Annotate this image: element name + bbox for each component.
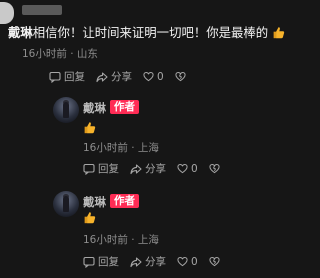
reply-1-actions: 回复 分享 0 [83, 161, 231, 176]
thumbs-up-icon [273, 27, 285, 39]
top-comment-author[interactable]: 戴琳 [8, 25, 33, 40]
reply-1-author[interactable]: 戴琳 [83, 100, 106, 116]
dislike-button[interactable] [209, 256, 220, 267]
reply-icon [83, 256, 95, 268]
reply-1-meta: 16小时前 · 上海 [83, 142, 159, 154]
reply-label: 回复 [98, 256, 119, 268]
reply-2-author[interactable]: 戴琳 [83, 194, 106, 210]
like-count: 0 [191, 162, 198, 175]
share-button[interactable]: 分享 [130, 161, 166, 176]
top-comment-body: 相信你！让时间来证明一切吧！你是最棒的 [32, 25, 269, 40]
top-comment-time: 16小时前 [22, 48, 67, 60]
heart-icon [177, 256, 188, 267]
share-icon [130, 163, 142, 174]
like-button[interactable]: 0 [143, 71, 164, 83]
reply-1-time: 16小时前 [83, 142, 128, 154]
share-button[interactable]: 分享 [96, 69, 132, 84]
broken-heart-icon [175, 71, 186, 82]
reply-label: 回复 [64, 71, 85, 83]
like-count: 0 [157, 70, 164, 83]
reply-button[interactable]: 回复 [83, 254, 119, 269]
top-comment-header-bar [22, 5, 62, 15]
like-count: 0 [191, 255, 198, 268]
dislike-button[interactable] [175, 71, 186, 82]
reply-1-avatar[interactable] [53, 97, 79, 123]
reply-1-author-badge: 作者 [110, 100, 139, 114]
broken-heart-icon [209, 256, 220, 267]
reply-icon [49, 71, 61, 83]
thumbs-up-icon [84, 212, 96, 224]
heart-icon [143, 71, 154, 82]
reply-2-avatar[interactable] [53, 191, 79, 217]
reply-label: 回复 [98, 163, 119, 175]
top-comment-actions: 回复 分享 0 [49, 69, 197, 84]
share-icon [96, 71, 108, 82]
share-icon [130, 256, 142, 267]
reply-button[interactable]: 回复 [83, 161, 119, 176]
like-button[interactable]: 0 [177, 163, 198, 175]
top-comment-location: 山东 [76, 48, 98, 60]
top-comment-meta: 16小时前 · 山东 [22, 48, 98, 60]
reply-2-author-badge: 作者 [110, 194, 139, 208]
comment-thread: 戴琳相信你！让时间来证明一切吧！你是最棒的 16小时前 · 山东 回复 分享 0… [0, 0, 300, 278]
top-comment-avatar[interactable] [0, 2, 14, 24]
top-comment-text: 戴琳相信你！让时间来证明一切吧！你是最棒的 [8, 25, 298, 41]
heart-icon [177, 163, 188, 174]
share-label: 分享 [145, 256, 166, 268]
share-button[interactable]: 分享 [130, 254, 166, 269]
broken-heart-icon [209, 163, 220, 174]
thumbs-up-icon [84, 122, 96, 134]
reply-2-location: 上海 [137, 234, 159, 246]
share-label: 分享 [145, 163, 166, 175]
reply-icon [83, 163, 95, 175]
like-button[interactable]: 0 [177, 256, 198, 268]
reply-1-location: 上海 [137, 142, 159, 154]
reply-2-meta: 16小时前 · 上海 [83, 234, 159, 246]
reply-2-time: 16小时前 [83, 234, 128, 246]
avatar-figure-body [63, 196, 69, 212]
share-label: 分享 [111, 71, 132, 83]
dislike-button[interactable] [209, 163, 220, 174]
reply-2-actions: 回复 分享 0 [83, 254, 231, 269]
reply-button[interactable]: 回复 [49, 69, 85, 84]
avatar-figure-body [63, 102, 69, 118]
